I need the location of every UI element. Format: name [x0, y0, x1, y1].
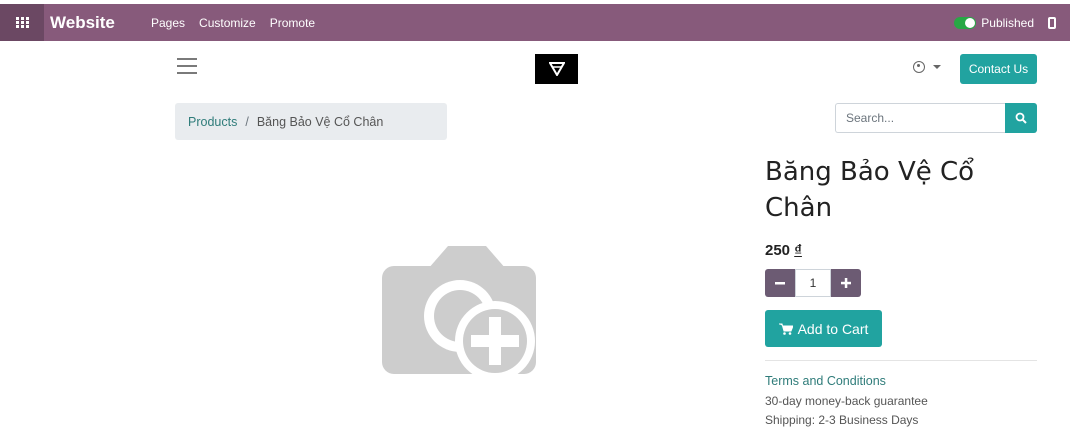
menu-customize[interactable]: Customize	[199, 16, 256, 30]
breadcrumb-separator: /	[245, 114, 249, 129]
apps-grid-icon[interactable]	[0, 4, 44, 41]
published-toggle[interactable]: Published	[954, 16, 1034, 30]
admin-menu: Pages Customize Promote	[151, 16, 315, 30]
contact-us-button[interactable]: Contact Us	[960, 54, 1037, 84]
user-menu[interactable]	[913, 61, 941, 73]
logo-icon[interactable]	[535, 54, 578, 84]
product-title: Băng Bảo Vệ Cổ Chân	[765, 157, 975, 223]
breadcrumb: Products / Băng Bảo Vệ Cổ Chân	[175, 103, 447, 140]
shipping-text: Shipping: 2-3 Business Days	[765, 413, 919, 427]
menu-pages[interactable]: Pages	[151, 16, 185, 30]
breadcrumb-current: Băng Bảo Vệ Cổ Chân	[256, 114, 384, 129]
product-image	[380, 244, 540, 381]
add-to-cart-label: Add to Cart	[797, 320, 869, 337]
search-icon	[1015, 112, 1027, 124]
admin-brand[interactable]: Website	[50, 13, 146, 33]
increase-quantity-button[interactable]	[831, 269, 861, 297]
decrease-quantity-button[interactable]	[765, 269, 795, 297]
guarantee-text: 30-day money-back guarantee	[765, 394, 928, 408]
user-icon	[913, 61, 925, 73]
quantity-input[interactable]	[795, 269, 831, 297]
add-to-cart-button[interactable]: Add to Cart	[765, 310, 882, 347]
caret-down-icon	[933, 65, 941, 69]
breadcrumb-products-link[interactable]: Products	[188, 115, 237, 129]
hamburger-menu-icon[interactable]	[177, 58, 197, 74]
divider	[765, 360, 1037, 361]
mobile-preview-icon[interactable]	[1048, 16, 1056, 29]
camera-add-placeholder-icon	[382, 246, 536, 381]
terms-link[interactable]: Terms and Conditions	[765, 374, 886, 388]
price-currency: ₫	[794, 242, 802, 259]
shopping-cart-icon	[778, 323, 793, 335]
quantity-stepper	[765, 269, 861, 297]
toggle-switch-icon[interactable]	[954, 17, 977, 30]
search-button[interactable]	[1005, 103, 1037, 133]
admin-top-bar: Website Pages Customize Promote Publishe…	[0, 4, 1070, 41]
price-amount: 250	[765, 242, 791, 259]
minus-icon	[775, 282, 785, 285]
published-label: Published	[981, 15, 1034, 30]
admin-right: Published	[954, 4, 1056, 41]
plus-icon	[841, 278, 851, 288]
menu-promote[interactable]: Promote	[270, 16, 315, 30]
search-input[interactable]	[835, 103, 1005, 133]
product-price: 250 ₫	[765, 242, 802, 259]
search-bar	[835, 103, 1037, 133]
